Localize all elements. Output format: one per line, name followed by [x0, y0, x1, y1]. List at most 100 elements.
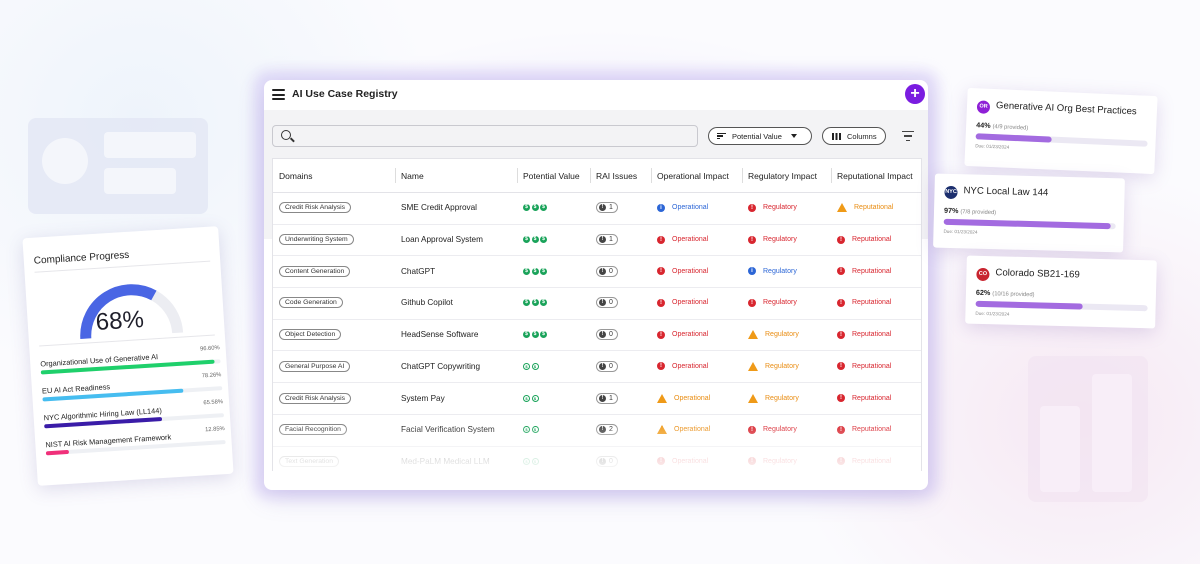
- reputational-impact-cell: ! Reputational: [837, 382, 891, 414]
- operational-impact[interactable]: ! Operational: [657, 393, 711, 403]
- framework-card[interactable]: NYC NYC Local Law 144 97% (7/8 provided) Du…: [933, 173, 1125, 253]
- operational-impact[interactable]: ! Operational: [657, 235, 708, 244]
- reputational-impact[interactable]: ! Reputational: [837, 425, 891, 434]
- table-row[interactable]: Text Generation Med-PaLM Medical LLM $ $! 0!…: [273, 446, 921, 471]
- domain-chip[interactable]: Content Generation: [279, 265, 351, 277]
- search-box[interactable]: [272, 125, 698, 147]
- domain-chip[interactable]: Facial Recognition: [279, 424, 347, 436]
- regulatory-impact[interactable]: ! Regulatory: [748, 298, 797, 307]
- name-cell[interactable]: Github Copilot: [401, 287, 453, 319]
- regulatory-impact[interactable]: ! Regulatory: [748, 203, 797, 212]
- rai-issues-badge[interactable]: ! 0: [596, 297, 618, 309]
- dollar-icon: $: [531, 426, 539, 434]
- name-cell[interactable]: Med-PaLM Medical LLM: [401, 446, 490, 471]
- column-header-operational-impact[interactable]: Operational Impact: [657, 171, 729, 181]
- operational-impact-label: Operational: [674, 394, 711, 402]
- reputational-impact[interactable]: ! Reputational: [837, 203, 893, 213]
- table-row[interactable]: Facial Recognition Facial Verification Sy…: [273, 414, 921, 447]
- rai-issues-badge[interactable]: ! 2: [596, 424, 618, 436]
- warning-icon: !: [748, 361, 758, 371]
- regulatory-impact[interactable]: ! Regulatory: [748, 330, 799, 340]
- add-use-case-button[interactable]: +: [905, 84, 925, 104]
- name-cell[interactable]: Facial Verification System: [401, 414, 495, 446]
- table-row[interactable]: General Purpose AI ChatGPT Copywriting $ $!…: [273, 351, 921, 384]
- hamburger-menu-icon[interactable]: [272, 89, 285, 100]
- column-header-reputational-impact[interactable]: Reputational Impact: [837, 171, 913, 181]
- rai-issues-badge[interactable]: ! 0: [596, 360, 618, 372]
- name-cell[interactable]: Loan Approval System: [401, 224, 483, 256]
- rai-issues-badge[interactable]: ! 0: [596, 329, 618, 341]
- table-row[interactable]: Content Generation ChatGPT $ $ $! 0! Operation…: [273, 255, 921, 289]
- domain-chip[interactable]: Object Detection: [279, 329, 342, 341]
- name-cell[interactable]: SME Credit Approval: [401, 192, 477, 224]
- regulatory-impact[interactable]: ! Regulatory: [748, 425, 797, 434]
- domain-chip[interactable]: Code Generation: [279, 297, 343, 309]
- table-row[interactable]: Underwriting System Loan Approval System $…: [273, 224, 921, 257]
- decorative-bar: [1040, 406, 1080, 492]
- columns-button[interactable]: Columns: [822, 127, 886, 145]
- rai-issues-badge[interactable]: ! 0: [596, 455, 618, 467]
- reputational-impact[interactable]: ! Reputational: [837, 235, 891, 244]
- table-row[interactable]: Object Detection HeadSense Software $ $ $! 0!…: [273, 319, 921, 352]
- compliance-item[interactable]: EU AI Act Readiness 78.26%: [42, 372, 223, 402]
- reputational-impact[interactable]: ! Reputational: [837, 457, 891, 466]
- operational-impact[interactable]: i Operational: [657, 203, 708, 212]
- regulatory-impact[interactable]: ! Regulatory: [748, 235, 797, 244]
- table-header: Domains Name Potential Value RAI Issues …: [273, 159, 921, 193]
- column-header-potential-value[interactable]: Potential Value: [523, 171, 580, 181]
- regulatory-impact[interactable]: i Regulatory: [748, 267, 797, 276]
- potential-value-cell: $ $: [523, 382, 539, 414]
- name-cell[interactable]: ChatGPT: [401, 255, 435, 287]
- name-cell[interactable]: ChatGPT Copywriting: [401, 351, 480, 383]
- domain-chip[interactable]: Underwriting System: [279, 234, 354, 246]
- operational-impact[interactable]: ! Operational: [657, 362, 708, 371]
- name-cell[interactable]: HeadSense Software: [401, 319, 478, 351]
- table-row[interactable]: Code Generation Github Copilot $ $ $! 0! Opera…: [273, 287, 921, 320]
- framework-card[interactable]: CO Colorado SB21-169 62% (10/16 provided) D…: [965, 255, 1157, 329]
- domain-chip[interactable]: Text Generation: [279, 455, 339, 467]
- column-header-rai-issues[interactable]: RAI Issues: [596, 171, 637, 181]
- domain-chip[interactable]: General Purpose AI: [279, 360, 351, 372]
- operational-impact[interactable]: ! Operational: [657, 425, 710, 435]
- rai-issues-cell: ! 0: [596, 255, 618, 287]
- operational-impact[interactable]: ! Operational: [657, 330, 708, 339]
- error-icon: !: [837, 267, 845, 276]
- column-header-regulatory-impact[interactable]: Regulatory Impact: [748, 171, 817, 181]
- regulatory-impact[interactable]: ! Regulatory: [748, 457, 797, 466]
- regulatory-impact[interactable]: ! Regulatory: [748, 361, 799, 371]
- columns-icon: [832, 132, 841, 140]
- regulatory-impact[interactable]: ! Regulatory: [748, 393, 799, 403]
- use-case-table: Domains Name Potential Value RAI Issues …: [272, 158, 922, 471]
- domain-chip[interactable]: Credit Risk Analysis: [279, 392, 352, 404]
- reputational-impact[interactable]: ! Reputational: [837, 394, 891, 403]
- rai-issues-badge[interactable]: ! 1: [596, 392, 618, 404]
- operational-impact[interactable]: ! Operational: [657, 267, 708, 276]
- reputational-impact-label: Reputational: [852, 331, 892, 339]
- filter-icon[interactable]: [902, 131, 914, 141]
- potential-value-cell: $ $: [523, 414, 539, 446]
- reputational-impact[interactable]: ! Reputational: [837, 298, 891, 307]
- rai-issues-badge[interactable]: ! 1: [596, 202, 618, 214]
- operational-impact[interactable]: ! Operational: [657, 457, 708, 466]
- reputational-impact[interactable]: ! Reputational: [837, 330, 892, 339]
- operational-impact[interactable]: ! Operational: [657, 298, 708, 307]
- decorative-bar: [104, 168, 176, 194]
- framework-card[interactable]: OR Generative AI Org Best Practices 44% (4…: [964, 87, 1158, 175]
- domain-chip[interactable]: Credit Risk Analysis: [279, 202, 352, 214]
- column-header-domains[interactable]: Domains: [279, 171, 313, 181]
- column-divider: [742, 168, 743, 183]
- search-input[interactable]: [297, 128, 691, 146]
- reputational-impact[interactable]: ! Reputational: [837, 267, 891, 276]
- table-row[interactable]: Credit Risk Analysis SME Credit Approval $…: [273, 192, 921, 225]
- compliance-item[interactable]: Organizational Use of Generative AI 96.60…: [40, 345, 221, 375]
- name-cell[interactable]: System Pay: [401, 382, 445, 414]
- compliance-item[interactable]: NIST AI Risk Management Framework 12.85%: [45, 426, 226, 456]
- warning-icon: !: [657, 393, 667, 403]
- compliance-item[interactable]: NYC Algorithmic Hiring Law (LL144) 65.58%: [43, 399, 225, 429]
- rai-issues-badge[interactable]: ! 0: [596, 265, 618, 277]
- potential-value-sort-button[interactable]: Potential Value: [708, 127, 812, 145]
- column-header-name[interactable]: Name: [401, 171, 424, 181]
- table-row[interactable]: Credit Risk Analysis System Pay $$ !1! Opera…: [273, 382, 921, 415]
- rai-issues-badge[interactable]: ! 1: [596, 234, 618, 246]
- reputational-impact[interactable]: ! Reputational: [837, 362, 891, 371]
